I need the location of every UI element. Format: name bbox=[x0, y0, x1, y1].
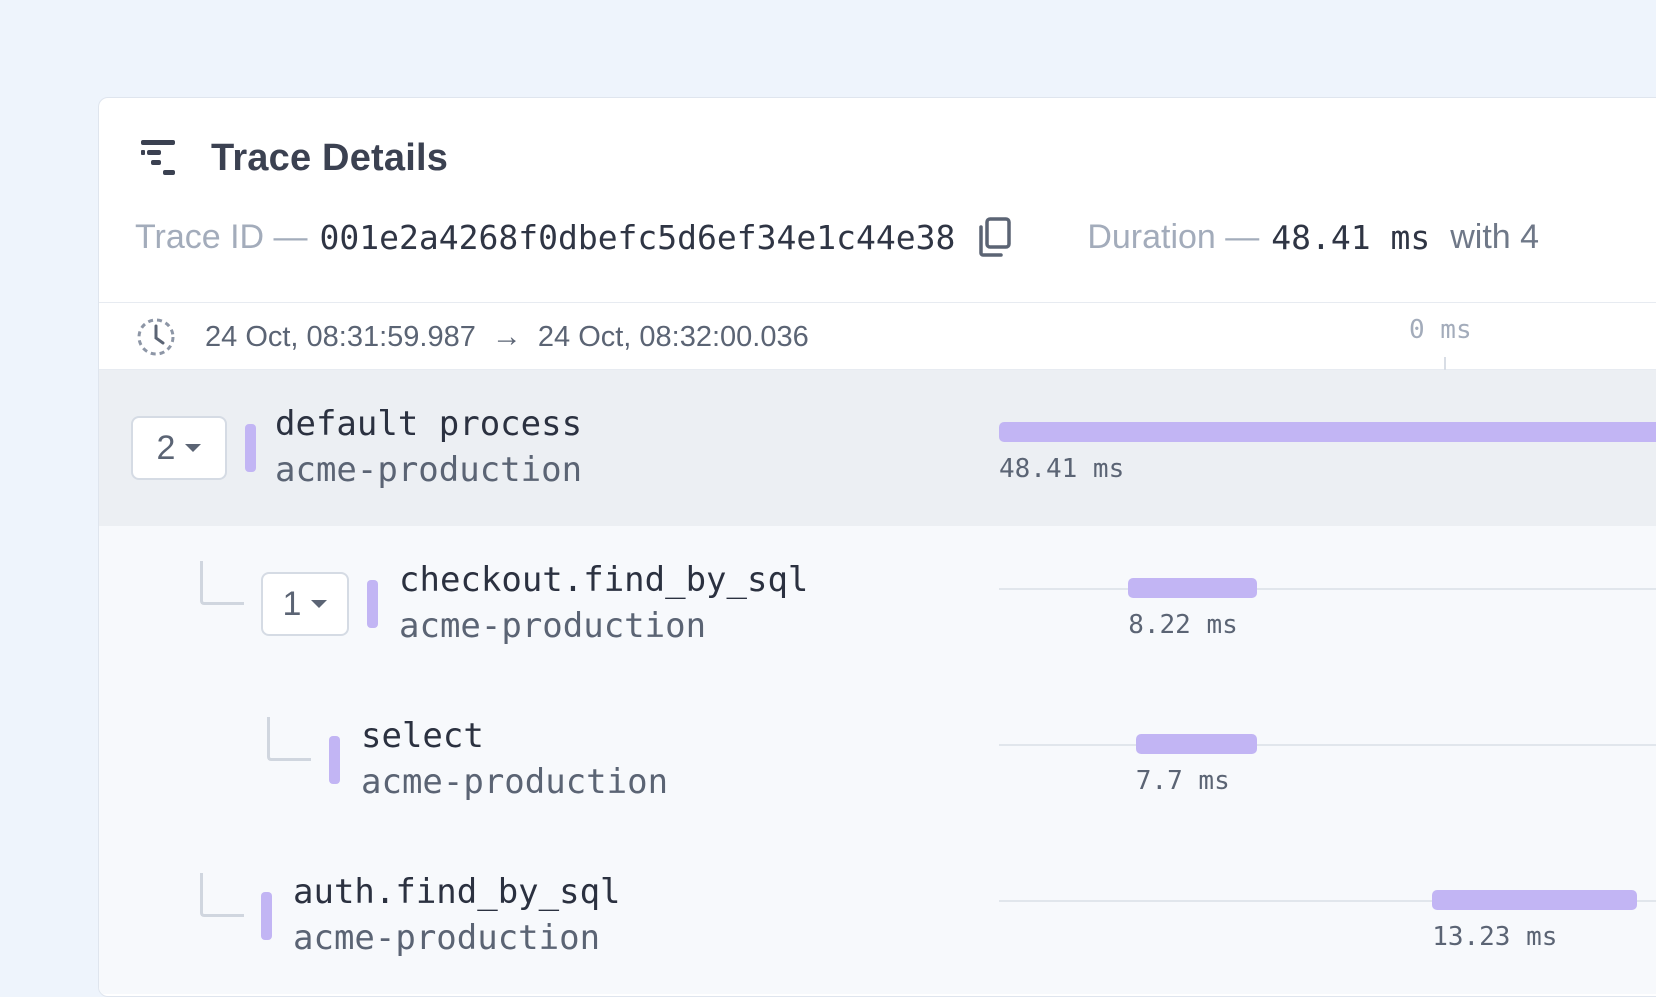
span-name: checkout.find_by_sql bbox=[399, 560, 809, 600]
timeline-start-tick: 0 ms bbox=[1409, 315, 1472, 345]
copy-icon[interactable] bbox=[975, 216, 1013, 258]
trace-id-label: Trace ID — bbox=[135, 217, 308, 256]
span-list: 2 default process acme-production 48.41 … bbox=[99, 370, 1656, 994]
time-start: 24 Oct, 08:31:59.987 bbox=[205, 320, 476, 353]
duration-value: 48.41 ms bbox=[1271, 217, 1431, 257]
tree-connector bbox=[200, 873, 244, 917]
span-duration-bar bbox=[999, 422, 1656, 442]
span-row-select[interactable]: select acme-production 7.7 ms bbox=[99, 682, 1656, 838]
timeline-track bbox=[999, 744, 1656, 746]
trace-details-panel: Trace Details Trace ID — 001e2a4268f0dbe… bbox=[98, 97, 1656, 997]
children-count: 2 bbox=[156, 428, 176, 467]
arrow-right-icon: → bbox=[491, 320, 522, 353]
span-duration-bar bbox=[1135, 734, 1258, 754]
time-range-bar: 24 Oct, 08:31:59.987 → 24 Oct, 08:32:00.… bbox=[99, 302, 1656, 371]
span-color-indicator bbox=[367, 580, 378, 628]
span-duration-label: 13.23 ms bbox=[1432, 922, 1558, 952]
span-duration-bar bbox=[1128, 578, 1258, 598]
timeline-track bbox=[999, 588, 1656, 590]
caret-down-icon bbox=[185, 444, 202, 452]
tree-connector bbox=[267, 717, 311, 761]
span-duration-bar bbox=[1432, 890, 1638, 910]
span-duration-label: 8.22 ms bbox=[1128, 610, 1238, 640]
timeline-tick-mark bbox=[1444, 357, 1446, 371]
span-service: acme-production bbox=[293, 918, 601, 958]
trace-id-value: 001e2a4268f0dbefc5d6ef34e1c44e38 bbox=[319, 217, 956, 257]
span-row-checkout-find-by-sql[interactable]: 1 checkout.find_by_sql acme-production 8… bbox=[99, 526, 1656, 682]
trace-waterfall-icon bbox=[141, 140, 175, 175]
time-end: 24 Oct, 08:32:00.036 bbox=[537, 320, 809, 353]
span-row-auth-find-by-sql[interactable]: auth.find_by_sql acme-production 13.23 m… bbox=[99, 838, 1656, 994]
expand-toggle-button[interactable]: 1 bbox=[261, 572, 349, 636]
children-count: 1 bbox=[282, 584, 302, 623]
trace-meta: Trace ID — 001e2a4268f0dbefc5d6ef34e1c44… bbox=[135, 216, 1539, 258]
panel-header: Trace Details bbox=[139, 136, 448, 180]
clock-icon bbox=[137, 318, 175, 356]
span-count-text: with 4 bbox=[1450, 217, 1540, 256]
tree-connector bbox=[200, 561, 244, 605]
duration-label: Duration — bbox=[1087, 217, 1260, 256]
span-color-indicator bbox=[261, 892, 272, 940]
page-title: Trace Details bbox=[211, 136, 449, 179]
span-color-indicator bbox=[329, 736, 340, 784]
expand-toggle-button[interactable]: 2 bbox=[131, 416, 227, 480]
span-service: acme-production bbox=[275, 450, 583, 490]
span-duration-label: 48.41 ms bbox=[999, 454, 1125, 484]
time-range: 24 Oct, 08:31:59.987 → 24 Oct, 08:32:00.… bbox=[205, 320, 809, 354]
span-service: acme-production bbox=[361, 762, 669, 802]
caret-down-icon bbox=[311, 600, 328, 608]
span-service: acme-production bbox=[399, 606, 707, 646]
span-name: auth.find_by_sql bbox=[293, 872, 621, 912]
span-color-indicator bbox=[245, 424, 256, 472]
span-name: default process bbox=[275, 404, 583, 444]
span-name: select bbox=[361, 716, 484, 756]
span-duration-label: 7.7 ms bbox=[1135, 766, 1230, 796]
span-row-default-process[interactable]: 2 default process acme-production 48.41 … bbox=[99, 370, 1656, 526]
